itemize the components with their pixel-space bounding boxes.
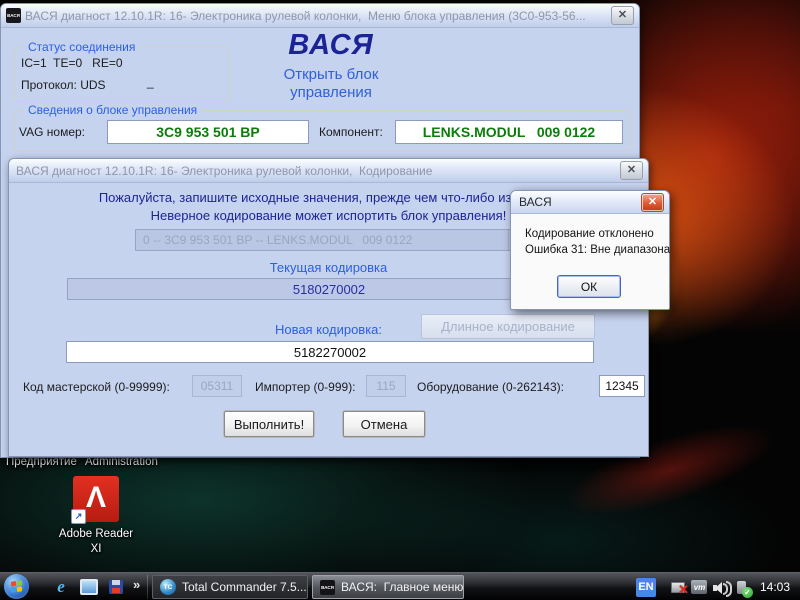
do-it-button[interactable]: Выполнить! — [224, 411, 314, 437]
open-controller-text: Открыть блок управления — [246, 66, 416, 102]
vag-number-value: 3C9 953 501 BP — [156, 124, 260, 140]
speaker-cone — [715, 582, 722, 594]
vag-number-field: 3C9 953 501 BP — [107, 120, 309, 144]
adobe-glyph: Λ — [86, 483, 106, 513]
protocol-text: Протокол: UDS — [21, 78, 106, 92]
module-select: 0 -- 3C9 953 501 BP -- LENKS.MODUL 009 0… — [135, 229, 527, 251]
coding-window-close-icon[interactable]: ✕ — [620, 161, 643, 180]
app-icon: ВАСЯ — [6, 8, 21, 23]
long-coding-button[interactable]: Длинное кодирование — [421, 314, 595, 339]
vm-badge-glyph: vm — [691, 580, 707, 594]
current-coding-value: 5180270002 — [293, 282, 365, 297]
quicklaunch-ie-icon[interactable]: e — [52, 578, 70, 596]
vag-number-label: VAG номер: — [19, 125, 85, 139]
ok-button[interactable]: ОК — [557, 275, 621, 298]
importer-field: 115 — [366, 375, 406, 397]
workshop-code-label: Код мастерской (0-99999): — [23, 380, 170, 394]
taskbar-button-label: ВАСЯ: Главное меню — [341, 580, 463, 594]
quicklaunch-overflow-chevron[interactable]: » — [133, 577, 140, 592]
vasya-icon: ВАСЯ — [320, 580, 335, 595]
new-coding-input[interactable]: 5182270002 — [66, 341, 594, 363]
usb-safely-remove-icon[interactable]: ✓ — [733, 579, 750, 596]
error-dialog: ВАСЯ ✕ Кодирование отклонено Ошибка 31: … — [510, 190, 670, 310]
system-tray: EN ✕ vm ✓ 14:03 — [636, 573, 800, 600]
total-commander-icon: TC — [160, 579, 176, 595]
network-x-glyph: ✕ — [678, 582, 689, 598]
component-field: LENKS.MODUL 009 0122 — [395, 120, 623, 144]
usb-check-glyph: ✓ — [742, 587, 753, 598]
start-button[interactable] — [4, 574, 29, 599]
controller-info-label: Сведения о блоке управления — [24, 103, 201, 117]
cancel-button[interactable]: Отмена — [343, 411, 425, 437]
taskbar-button-label: Total Commander 7.5... — [182, 580, 307, 594]
equipment-value: 12345 — [605, 379, 638, 393]
adobe-reader-icon[interactable]: Λ ↗ — [73, 476, 119, 522]
main-window-title: ВАСЯ диагност 12.10.1R: 16- Электроника … — [25, 9, 611, 23]
importer-value: 115 — [376, 379, 395, 393]
adobe-reader-label-2: XI — [40, 543, 152, 555]
status-counters: IC=1 TE=0 RE=0 — [21, 56, 123, 70]
workshop-code-field: 05311 — [192, 375, 242, 397]
speaker-wave — [726, 581, 732, 597]
adobe-reader-label: Adobe Reader — [40, 528, 152, 540]
connection-status-label: Статус соединения — [24, 40, 139, 54]
display-icon — [80, 579, 98, 595]
volume-icon[interactable] — [712, 579, 729, 596]
clock[interactable]: 14:03 — [760, 580, 790, 594]
equipment-label: Оборудование (0-262143): — [417, 380, 564, 394]
taskbar-separator — [147, 575, 148, 599]
error-message-line1: Кодирование отклонено — [525, 228, 654, 240]
taskbar: e » TC Total Commander 7.5... ВАСЯ ВАСЯ:… — [0, 572, 800, 600]
vasya-logo: ВАСЯ — [241, 29, 421, 62]
protocol-dash: _ — [147, 75, 154, 89]
workshop-code-value: 05311 — [201, 379, 233, 393]
windows-logo-icon — [11, 580, 22, 592]
quicklaunch-save-icon[interactable] — [107, 578, 125, 596]
taskbar-button-total-commander[interactable]: TC Total Commander 7.5... — [152, 575, 308, 599]
error-dialog-close-icon[interactable]: ✕ — [641, 193, 664, 212]
equipment-input[interactable]: 12345 — [599, 375, 645, 397]
controller-info-group: Сведения о блоке управления VAG номер: 3… — [14, 110, 631, 152]
vmware-tray-icon[interactable]: vm — [691, 579, 708, 596]
connection-status-group: Статус соединения IC=1 TE=0 RE=0 Протоко… — [14, 47, 229, 102]
floppy-icon — [109, 580, 123, 594]
error-message-line2: Ошибка 31: Вне диапазона — [525, 244, 670, 256]
component-value: LENKS.MODUL 009 0122 — [423, 124, 595, 140]
coding-window-titlebar[interactable]: ВАСЯ диагност 12.10.1R: 16- Электроника … — [9, 159, 648, 183]
taskbar-button-vasya[interactable]: ВАСЯ ВАСЯ: Главное меню — [312, 575, 464, 599]
module-select-value: 0 -- 3C9 953 501 BP -- LENKS.MODUL 009 0… — [143, 233, 412, 247]
quicklaunch-show-desktop-icon[interactable] — [80, 578, 98, 596]
main-window-close-icon[interactable]: ✕ — [611, 6, 634, 25]
component-label: Компонент: — [319, 125, 383, 139]
network-disconnected-icon[interactable]: ✕ — [670, 579, 687, 596]
shortcut-arrow-icon: ↗ — [71, 509, 86, 524]
main-window-titlebar[interactable]: ВАСЯ ВАСЯ диагност 12.10.1R: 16- Электро… — [1, 4, 639, 28]
language-indicator[interactable]: EN — [636, 578, 656, 597]
desktop: Предприятие Administration Λ ↗ Adobe Rea… — [0, 0, 800, 600]
error-dialog-title: ВАСЯ — [519, 195, 641, 209]
error-dialog-titlebar[interactable]: ВАСЯ ✕ — [511, 191, 669, 214]
importer-label: Импортер (0-999): — [255, 380, 356, 394]
new-coding-value: 5182270002 — [294, 345, 366, 360]
coding-window-title: ВАСЯ диагност 12.10.1R: 16- Электроника … — [16, 164, 620, 178]
ie-e-glyph: e — [57, 577, 65, 597]
